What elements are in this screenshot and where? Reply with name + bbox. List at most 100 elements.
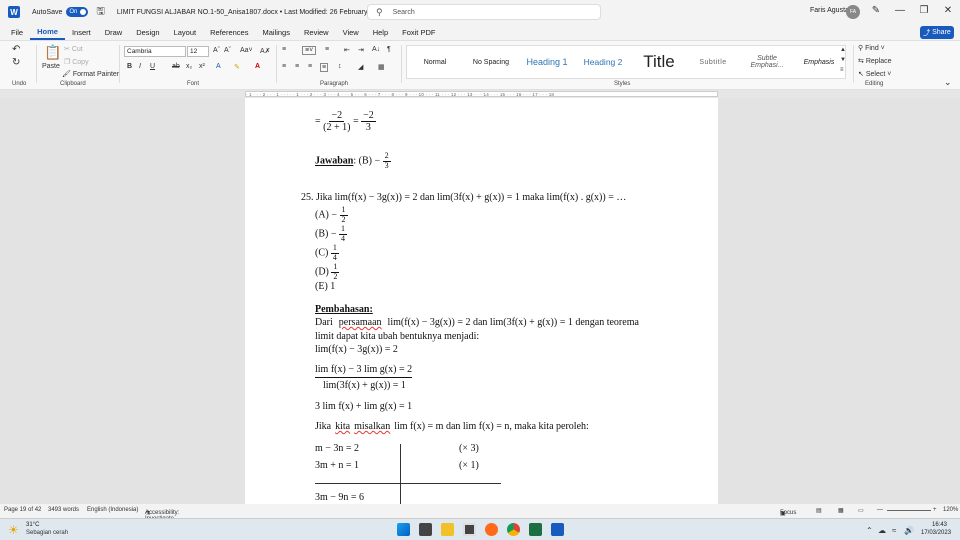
style-subtle-emphasis[interactable]: Subtle Emphasi...	[739, 55, 795, 69]
user-name[interactable]: Faris Agusta	[810, 7, 849, 14]
word-count[interactable]: 3493 words	[48, 507, 79, 513]
zoom-out-icon[interactable]: —	[877, 507, 883, 513]
tab-references[interactable]: References	[203, 24, 255, 40]
change-case-icon[interactable]: Aa˅	[240, 47, 253, 54]
grow-font-icon[interactable]: Aˆ	[213, 47, 220, 54]
restore-icon[interactable]: ❐	[917, 5, 931, 16]
format-painter-button[interactable]: 🖌 Format Painter	[62, 70, 119, 78]
style-emphasis[interactable]: Emphasis	[795, 59, 843, 66]
find-button[interactable]: ⚲ Find ˅	[858, 44, 885, 52]
zoom-level[interactable]: 120%	[943, 507, 958, 513]
weather-icon[interactable]: ☀	[8, 523, 19, 537]
clock-time[interactable]: 16:43	[932, 522, 947, 528]
cut-button[interactable]: ✂ Cut	[64, 45, 83, 53]
superscript-icon[interactable]: x²	[199, 63, 205, 70]
weather-temp[interactable]: 31°C	[26, 522, 39, 528]
tab-help[interactable]: Help	[366, 24, 395, 40]
task-view-icon[interactable]	[419, 523, 432, 536]
multilevel-list-icon[interactable]: ≡	[325, 46, 329, 53]
zoom-slider[interactable]	[887, 510, 931, 511]
cloud-icon[interactable]: ☁	[878, 526, 886, 535]
shading-icon[interactable]: ◢	[358, 63, 363, 71]
line-spacing-icon[interactable]: ↕	[338, 63, 342, 70]
file-explorer-icon[interactable]	[441, 523, 454, 536]
redo-icon[interactable]: ↻	[12, 57, 20, 68]
style-normal[interactable]: Normal	[407, 59, 463, 66]
align-right-icon[interactable]: ≡	[308, 63, 312, 70]
store-icon[interactable]	[463, 523, 476, 536]
underline-icon[interactable]: U	[150, 63, 155, 70]
minimize-icon[interactable]: —	[893, 5, 907, 16]
zoom-in-icon[interactable]: +	[933, 507, 937, 513]
shrink-font-icon[interactable]: Aˇ	[224, 47, 231, 54]
avatar[interactable]: FA	[846, 5, 860, 19]
language[interactable]: English (Indonesia)	[87, 507, 138, 513]
word-taskbar-icon[interactable]	[551, 523, 564, 536]
strikethrough-icon[interactable]: ab	[172, 63, 180, 70]
style-title[interactable]: Title	[631, 52, 687, 72]
style-heading-1[interactable]: Heading 1	[519, 57, 575, 67]
start-icon[interactable]	[397, 523, 410, 536]
read-mode-icon[interactable]: ▤	[816, 507, 822, 514]
collapse-ribbon-icon[interactable]: ⌄	[944, 77, 952, 88]
save-icon[interactable]: 🖫	[96, 4, 105, 21]
select-button[interactable]: ↖ Select ˅	[858, 70, 891, 78]
styles-scroll-up-icon[interactable]: ▲	[840, 47, 846, 53]
bullets-icon[interactable]: ≡	[282, 46, 286, 53]
subscript-icon[interactable]: x₂	[186, 63, 192, 70]
wifi-icon[interactable]: ≈	[892, 526, 896, 535]
align-left-icon[interactable]: ≡	[282, 63, 286, 70]
font-size-combo[interactable]: 12	[187, 46, 209, 57]
italic-icon[interactable]: I	[139, 63, 141, 70]
weather-desc[interactable]: Sebagian cerah	[26, 530, 68, 536]
paste-icon[interactable]: 📋	[44, 44, 61, 61]
tab-design[interactable]: Design	[129, 24, 166, 40]
tray-chevron-icon[interactable]: ⌃	[866, 526, 873, 535]
justify-icon[interactable]: ≡	[320, 63, 329, 72]
print-layout-icon[interactable]: ▦	[838, 507, 844, 514]
tab-home[interactable]: Home	[30, 24, 65, 40]
font-name-combo[interactable]: Cambria	[124, 46, 186, 57]
web-layout-icon[interactable]: ▭	[858, 507, 864, 514]
align-center-icon[interactable]: ≡	[295, 63, 299, 70]
numbering-icon[interactable]: ≡˅	[302, 46, 317, 55]
firefox-icon[interactable]	[485, 523, 498, 536]
tab-layout[interactable]: Layout	[167, 24, 204, 40]
document-page[interactable]: = −2 (2 + 1) = −2 3 Jawaban: (B) − 23 25. …	[245, 98, 718, 504]
style-heading-2[interactable]: Heading 2	[575, 57, 631, 67]
font-color-icon[interactable]: A	[255, 63, 260, 70]
share-button[interactable]: ⤴ Share	[920, 26, 954, 39]
undo-icon[interactable]: ↶	[12, 44, 20, 55]
clock-date[interactable]: 17/03/2023	[921, 530, 951, 536]
pen-icon[interactable]: ✎	[869, 5, 883, 16]
tab-mailings[interactable]: Mailings	[255, 24, 297, 40]
increase-indent-icon[interactable]: ⇥	[358, 46, 364, 54]
styles-more-icon[interactable]: ≡	[840, 67, 844, 73]
styles-scroll-down-icon[interactable]: ▼	[840, 57, 846, 63]
excel-icon[interactable]	[529, 523, 542, 536]
tab-view[interactable]: View	[336, 24, 366, 40]
document-title[interactable]: LIMIT FUNGSI ALJABAR NO.1-50_Anisa1807.d…	[117, 8, 375, 16]
show-marks-icon[interactable]: ¶	[387, 46, 391, 53]
copy-button[interactable]: ❐ Copy	[64, 58, 89, 66]
document-area[interactable]: = −2 (2 + 1) = −2 3 Jawaban: (B) − 23 25. …	[0, 98, 960, 504]
highlight-icon[interactable]: ✎	[234, 63, 240, 71]
page-count[interactable]: Page 19 of 42	[4, 507, 41, 513]
tab-insert[interactable]: Insert	[65, 24, 98, 40]
borders-icon[interactable]: ▦	[378, 63, 385, 71]
volume-icon[interactable]: 🔊	[904, 526, 914, 535]
tab-file[interactable]: File	[4, 24, 30, 40]
text-effects-icon[interactable]: A	[216, 63, 221, 70]
style-subtitle[interactable]: Subtitle	[687, 59, 739, 66]
paste-button[interactable]: Paste	[42, 63, 60, 70]
decrease-indent-icon[interactable]: ⇤	[344, 46, 350, 54]
autosave-toggle[interactable]: On	[66, 7, 89, 17]
bold-icon[interactable]: B	[127, 63, 132, 70]
search-box[interactable]: ⚲ Search	[367, 4, 601, 20]
tab-draw[interactable]: Draw	[98, 24, 130, 40]
replace-button[interactable]: ⇆ Replace	[858, 57, 892, 65]
clear-format-icon[interactable]: A✗	[260, 47, 271, 55]
sort-icon[interactable]: A↓	[372, 46, 380, 53]
tab-foxit-pdf[interactable]: Foxit PDF	[395, 24, 442, 40]
style-no-spacing[interactable]: No Spacing	[463, 59, 519, 66]
